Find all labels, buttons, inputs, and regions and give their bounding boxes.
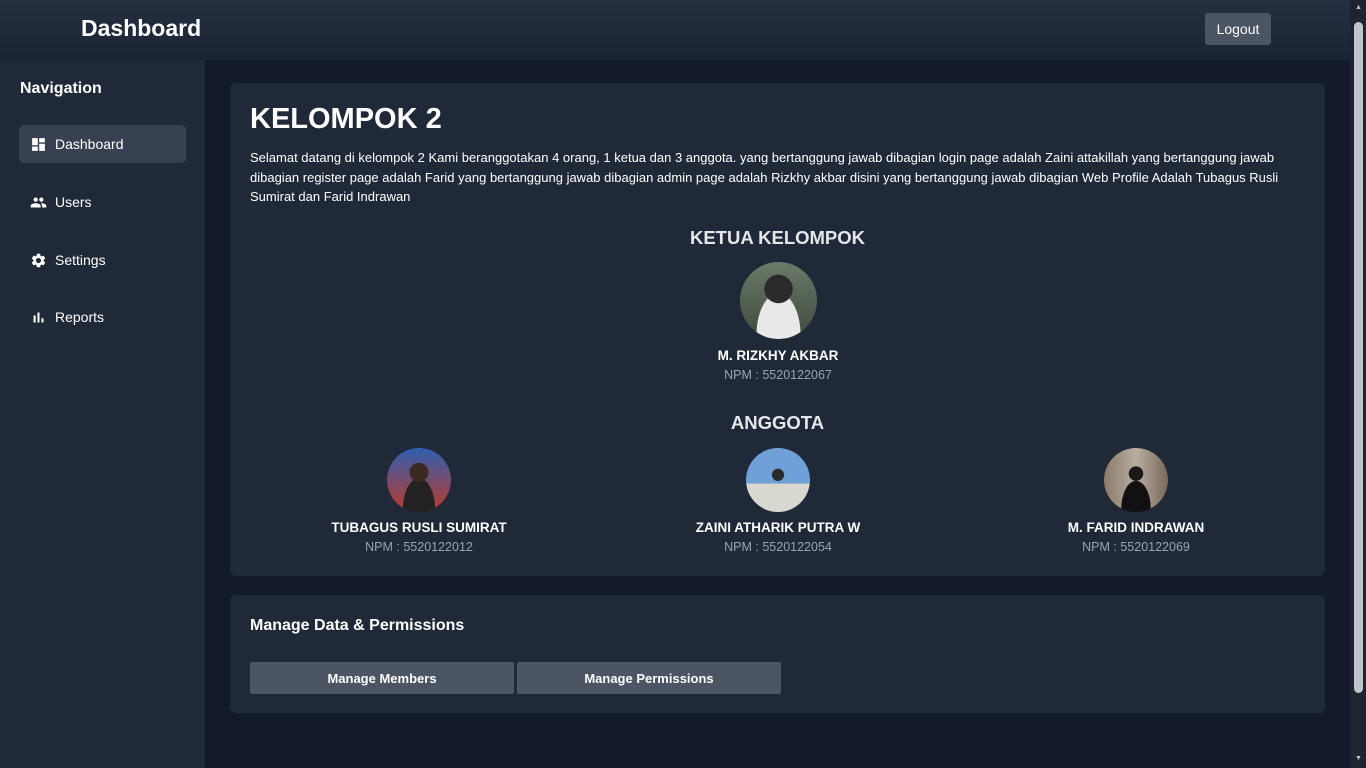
- sidebar-item-label: Users: [55, 194, 92, 210]
- manage-members-button[interactable]: Manage Members: [250, 662, 514, 694]
- group-description: Selamat datang di kelompok 2 Kami berang…: [250, 150, 1279, 204]
- sidebar-item-dashboard[interactable]: Dashboard: [19, 125, 186, 163]
- member-name: M. FARID INDRAWAN: [1067, 520, 1205, 535]
- member-name: ZAINI ATHARIK PUTRA W: [695, 520, 861, 535]
- sidebar-item-settings[interactable]: Settings: [19, 241, 186, 279]
- manage-permissions-button[interactable]: Manage Permissions: [517, 662, 781, 694]
- logout-button[interactable]: Logout: [1205, 13, 1271, 45]
- sidebar: Navigation Dashboard Users Settings Repo…: [0, 60, 205, 768]
- member-npm: NPM : 5520122069: [1082, 540, 1190, 554]
- sidebar-heading: Navigation: [20, 80, 102, 97]
- leader-avatar: [739, 262, 817, 339]
- group-title: KELOMPOK 2: [250, 103, 442, 135]
- sidebar-item-users[interactable]: Users: [19, 183, 186, 221]
- group-info-card: KELOMPOK 2 Selamat datang di kelompok 2 …: [230, 83, 1325, 576]
- sidebar-item-label: Dashboard: [55, 136, 124, 152]
- scroll-down-icon[interactable]: ▼: [1354, 754, 1363, 764]
- leader-npm: NPM : 5520122067: [724, 368, 832, 382]
- member-card: TUBAGUS RUSLI SUMIRAT NPM : 5520122012: [269, 448, 569, 554]
- member-npm: NPM : 5520122012: [365, 540, 473, 554]
- leader-heading: KETUA KELOMPOK: [689, 227, 866, 248]
- scrollbar-thumb[interactable]: [1354, 22, 1363, 693]
- leader-name: M. RIZKHY AKBAR: [717, 348, 839, 363]
- members-heading: ANGGOTA: [730, 412, 825, 433]
- sidebar-item-reports[interactable]: Reports: [19, 298, 186, 336]
- top-header: Dashboard Logout: [0, 0, 1350, 60]
- gear-icon: [31, 253, 46, 267]
- member-card: ZAINI ATHARIK PUTRA W NPM : 5520122054: [628, 448, 928, 554]
- scroll-up-icon[interactable]: ▲: [1354, 3, 1363, 13]
- users-icon: [30, 197, 47, 207]
- manage-card: Manage Data & Permissions Manage Members…: [230, 595, 1325, 713]
- member-avatar: [746, 448, 810, 512]
- app-title: Dashboard: [81, 15, 202, 41]
- member-npm: NPM : 5520122054: [724, 540, 832, 554]
- sidebar-item-label: Reports: [55, 309, 105, 325]
- sidebar-item-label: Settings: [55, 252, 106, 268]
- member-name: TUBAGUS RUSLI SUMIRAT: [331, 520, 507, 535]
- dashboard-icon: [32, 137, 45, 151]
- leader-card: M. RIZKHY AKBAR NPM : 5520122067: [628, 262, 928, 382]
- bar-chart-icon: [33, 312, 44, 322]
- manage-title: Manage Data & Permissions: [250, 617, 465, 634]
- member-avatar: [1104, 448, 1168, 512]
- member-avatar: [387, 448, 451, 512]
- member-card: M. FARID INDRAWAN NPM : 5520122069: [986, 448, 1286, 554]
